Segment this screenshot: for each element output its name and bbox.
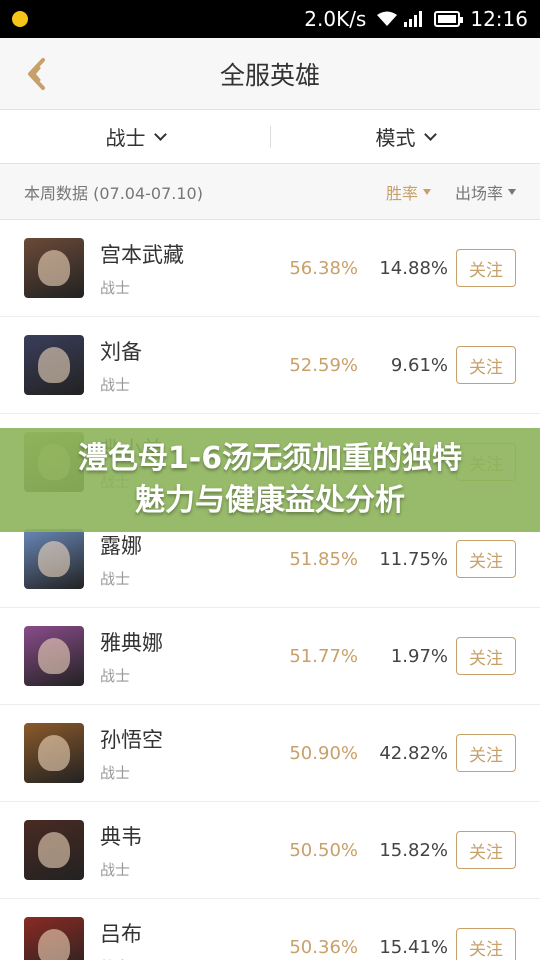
hero-row[interactable]: 吕布 战士 50.36% 15.41% 关注 <box>0 899 540 960</box>
hero-name-block: 露娜 战士 <box>100 530 250 589</box>
hero-name-block: 典韦 战士 <box>100 821 250 880</box>
clock: 12:16 <box>470 7 528 31</box>
notification-dot-icon <box>12 11 28 27</box>
hero-name: 宫本武藏 <box>100 242 184 267</box>
hero-name-block: 宫本武藏 战士 <box>100 239 250 298</box>
hero-pick-rate: 15.82% <box>379 839 448 861</box>
hero-name: 典韦 <box>100 824 142 849</box>
caret-down-icon <box>508 188 516 195</box>
chevron-down-icon <box>423 127 437 141</box>
hero-pick-rate: 42.82% <box>379 742 448 764</box>
hero-win-rate: 56.38% <box>289 257 358 279</box>
overlay-banner: 澧色母1-6汤无须加重的独特 魅力与健康益处分析 <box>0 428 540 532</box>
hero-win-rate: 52.59% <box>289 354 358 376</box>
hero-win-rate: 50.36% <box>289 936 358 958</box>
hero-role: 战士 <box>100 956 250 960</box>
follow-button[interactable]: 关注 <box>456 928 516 960</box>
caret-down-icon <box>422 188 431 195</box>
hero-win-rate: 51.77% <box>289 645 358 667</box>
stats-header: 本周数据 (07.04-07.10) 胜率 出场率 <box>0 164 540 220</box>
hero-pick-rate: 9.61% <box>390 354 448 376</box>
hero-avatar <box>24 529 84 589</box>
mode-filter-dropdown[interactable]: 模式 <box>270 110 540 163</box>
hero-avatar <box>24 723 84 783</box>
sort-win-rate-label: 胜率 <box>385 183 418 203</box>
hero-row[interactable]: 孙悟空 战士 50.90% 42.82% 关注 <box>0 705 540 802</box>
sort-pick-rate[interactable]: 出场率 <box>455 180 516 204</box>
data-period: 本周数据 (07.04-07.10) <box>24 183 203 203</box>
hero-pick-rate: 15.41% <box>379 936 448 958</box>
hero-name: 刘备 <box>100 339 142 364</box>
hero-pick-rate: 11.75% <box>379 548 448 570</box>
hero-name-block: 吕布 战士 <box>100 918 250 960</box>
hero-avatar <box>24 335 84 395</box>
role-filter-dropdown[interactable]: 战士 <box>0 110 270 163</box>
hero-name-block: 刘备 战士 <box>100 336 250 395</box>
hero-pick-rate: 1.97% <box>390 645 448 667</box>
hero-name-block: 孙悟空 战士 <box>100 724 250 783</box>
hero-name: 雅典娜 <box>100 630 163 655</box>
role-filter-label: 战士 <box>105 126 146 150</box>
follow-button[interactable]: 关注 <box>456 637 516 675</box>
hero-name: 吕布 <box>100 921 142 946</box>
back-chevron-icon <box>28 58 45 90</box>
hero-row[interactable]: 宫本武藏 战士 56.38% 14.88% 关注 <box>0 220 540 317</box>
hero-avatar <box>24 820 84 880</box>
sort-win-rate[interactable]: 胜率 <box>386 180 431 204</box>
hero-name-block: 雅典娜 战士 <box>100 627 250 686</box>
mode-filter-label: 模式 <box>375 126 416 150</box>
hero-row[interactable]: 典韦 战士 50.50% 15.82% 关注 <box>0 802 540 899</box>
network-speed: 2.0K/s <box>304 7 367 31</box>
hero-row[interactable]: 雅典娜 战士 51.77% 1.97% 关注 <box>0 608 540 705</box>
hero-pick-rate: 14.88% <box>379 257 448 279</box>
status-bar: 2.0K/s 12:16 <box>0 0 540 38</box>
filter-bar: 战士 模式 <box>0 110 540 164</box>
hero-role: 战士 <box>100 375 131 394</box>
hero-win-rate: 50.90% <box>289 742 358 764</box>
hero-role: 战士 <box>100 569 131 588</box>
hero-name: 孙悟空 <box>100 727 163 752</box>
nav-bar: 全服英雄 <box>0 38 540 110</box>
banner-line-1: 澧色母1-6汤无须加重的独特 <box>77 441 463 476</box>
hero-role: 战士 <box>100 666 131 685</box>
hero-win-rate: 51.85% <box>289 548 358 570</box>
signal-icon <box>404 11 423 27</box>
banner-line-2: 魅力与健康益处分析 <box>135 483 405 518</box>
hero-role: 战士 <box>100 763 131 782</box>
hero-name: 露娜 <box>100 533 142 558</box>
page-title: 全服英雄 <box>219 60 320 90</box>
hero-avatar <box>24 238 84 298</box>
hero-role: 战士 <box>100 278 131 297</box>
follow-button[interactable]: 关注 <box>456 346 516 384</box>
hero-role: 战士 <box>100 860 131 879</box>
hero-avatar <box>24 917 84 960</box>
hero-list: 宫本武藏 战士 56.38% 14.88% 关注 刘备 战士 52.59% 9.… <box>0 220 540 960</box>
chevron-down-icon <box>153 127 167 141</box>
wifi-icon <box>376 11 398 27</box>
follow-button[interactable]: 关注 <box>456 249 516 287</box>
follow-button[interactable]: 关注 <box>456 734 516 772</box>
hero-win-rate: 50.50% <box>289 839 358 861</box>
back-button[interactable] <box>20 56 56 92</box>
sort-pick-rate-label: 出场率 <box>454 183 503 203</box>
hero-row[interactable]: 刘备 战士 52.59% 9.61% 关注 <box>0 317 540 414</box>
hero-avatar <box>24 626 84 686</box>
follow-button[interactable]: 关注 <box>456 831 516 869</box>
battery-icon <box>434 11 464 27</box>
follow-button[interactable]: 关注 <box>456 540 516 578</box>
